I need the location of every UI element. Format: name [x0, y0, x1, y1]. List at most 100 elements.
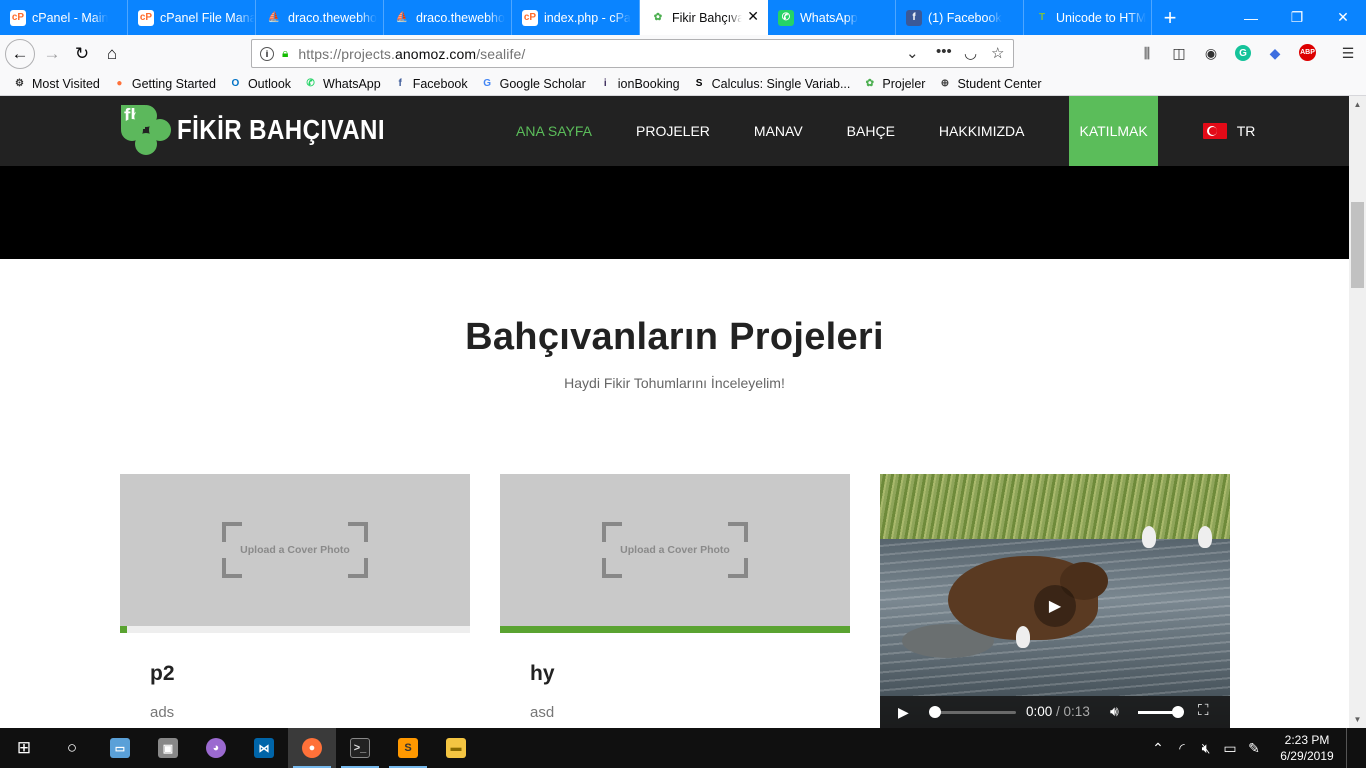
t-icon: T: [1038, 12, 1046, 23]
url-bar[interactable]: i 🔒︎ https://projects.anomoz.com/sealife…: [251, 39, 1014, 68]
pen-icon[interactable]: ✎: [1242, 740, 1266, 757]
bookmark-item[interactable]: f Facebook: [393, 76, 468, 91]
volume-icon[interactable]: 🔊︎: [1110, 703, 1119, 720]
scroll-down-icon[interactable]: ▼: [1349, 711, 1366, 728]
windows-start-icon[interactable]: ⊞: [0, 728, 48, 768]
home-button[interactable]: ⌂: [97, 39, 127, 69]
tab-9[interactable]: T Unicode to HTM: [1024, 0, 1152, 35]
cover-photo-placeholder[interactable]: Upload a Cover Photo: [500, 474, 850, 626]
cover-photo-placeholder[interactable]: Upload a Cover Photo: [120, 474, 470, 626]
bookmark-item[interactable]: ● Getting Started: [112, 76, 216, 91]
restore-button[interactable]: ❐: [1274, 0, 1320, 35]
menu-item[interactable]: ANA SAYFA: [494, 96, 614, 166]
video-controls: ▶ 0:00 / 0:13 🔊︎ ⛶: [880, 696, 1230, 728]
web-page: fb FİKİR BAHÇIVANI ANA SAYFA PROJELER MANA…: [0, 96, 1349, 728]
bookmark-item[interactable]: i ionBooking: [598, 76, 680, 91]
show-desktop-button[interactable]: [1346, 728, 1366, 768]
library-icon[interactable]: ⫼: [1136, 43, 1158, 63]
site-logo[interactable]: fb FİKİR BAHÇIVANI: [121, 105, 419, 155]
close-tab-icon[interactable]: ✕: [747, 8, 759, 25]
seek-handle[interactable]: [929, 706, 941, 718]
video-frame-gull: [1142, 526, 1156, 548]
menu-item[interactable]: BAHÇE: [825, 96, 917, 166]
menu-item[interactable]: HAKKIMIZDA: [917, 96, 1047, 166]
file-explorer-icon[interactable]: ▬: [432, 728, 480, 768]
terminal-icon[interactable]: >_: [336, 728, 384, 768]
adblock-icon[interactable]: ABP: [1299, 44, 1316, 61]
pocket-icon[interactable]: ◡: [964, 44, 977, 62]
bookmark-item[interactable]: S Calculus: Single Variab...: [692, 76, 851, 91]
wifi-icon[interactable]: ◜: [1170, 740, 1194, 757]
play-overlay-icon[interactable]: ▶: [1034, 585, 1076, 627]
lock-icon[interactable]: 🔒︎: [282, 46, 288, 61]
page-actions-icon[interactable]: •••: [936, 43, 952, 60]
new-tab-button[interactable]: +: [1152, 0, 1188, 35]
bookmark-star-icon[interactable]: ☆: [991, 44, 1004, 62]
card-title[interactable]: hy: [530, 662, 555, 686]
grammarly-icon[interactable]: G: [1235, 45, 1251, 61]
progress-bar: [500, 626, 850, 633]
sidebar-icon[interactable]: ◫: [1168, 43, 1190, 63]
chevron-down-icon[interactable]: ⌄: [906, 44, 919, 62]
bookmark-item[interactable]: G Google Scholar: [480, 76, 586, 91]
vscode-icon[interactable]: ⋈: [240, 728, 288, 768]
extension-icon[interactable]: ◆: [1264, 43, 1286, 63]
account-icon[interactable]: ◉: [1200, 43, 1222, 63]
menu-item[interactable]: MANAV: [732, 96, 825, 166]
menu-item[interactable]: PROJELER: [614, 96, 732, 166]
card-title[interactable]: p2: [150, 662, 175, 686]
this-pc-icon[interactable]: ▭: [96, 728, 144, 768]
github-icon[interactable]: ◕: [192, 728, 240, 768]
page-scrollbar[interactable]: ▲ ▼: [1349, 96, 1366, 728]
speaker-muted-icon[interactable]: 🔇︎: [1194, 740, 1218, 757]
bookmark-item[interactable]: ✿ Projeler: [862, 76, 926, 91]
bookmark-label: Projeler: [882, 76, 926, 91]
video-player[interactable]: ▶ ▶ 0:00 / 0:13 🔊︎ ⛶: [880, 474, 1230, 728]
tab-label: cPanel - Main: [32, 10, 109, 25]
navigation-toolbar: ← → ↻ ⌂ i 🔒︎ https://projects.anomoz.com…: [0, 35, 1366, 72]
tab-3[interactable]: ⛵ draco.thewebho: [256, 0, 384, 35]
fullscreen-icon[interactable]: ⛶: [1198, 702, 1209, 719]
tab-7[interactable]: ✆ WhatsApp: [768, 0, 896, 35]
info-icon[interactable]: i: [260, 46, 274, 61]
join-button[interactable]: KATILMAK: [1069, 96, 1158, 166]
cpanel-icon: cP: [522, 9, 538, 26]
menu-icon[interactable]: ☰: [1337, 43, 1359, 63]
bookmark-item[interactable]: ⚙ Most Visited: [12, 76, 100, 91]
seek-bar[interactable]: [930, 711, 1016, 714]
close-window-button[interactable]: ✕: [1320, 0, 1366, 35]
url-text[interactable]: https://projects.anomoz.com/sealife/: [298, 46, 525, 62]
tab-4[interactable]: ⛵ draco.thewebho: [384, 0, 512, 35]
language-selector[interactable]: TR: [1158, 96, 1278, 166]
whatsapp-icon: ✆: [306, 78, 315, 89]
scroll-up-icon[interactable]: ▲: [1349, 96, 1366, 113]
tab-6[interactable]: ✿ Fikir Bahçıvan ✕: [640, 0, 768, 35]
clock[interactable]: 2:23 PM 6/29/2019: [1272, 732, 1342, 764]
tab-2[interactable]: cP cPanel File Mana: [128, 0, 256, 35]
bookmark-item[interactable]: ✆ WhatsApp: [303, 76, 380, 91]
play-icon[interactable]: ▶: [898, 704, 910, 721]
progress-fill: [120, 626, 127, 633]
project-card[interactable]: Upload a Cover Photo hy asd: [500, 474, 850, 721]
reload-button[interactable]: ↻: [67, 39, 97, 69]
battery-icon[interactable]: ▭: [1218, 740, 1242, 757]
project-card[interactable]: Upload a Cover Photo p2 ads: [120, 474, 470, 721]
sublime-icon[interactable]: S: [384, 728, 432, 768]
bookmark-item[interactable]: O Outlook: [228, 76, 291, 91]
chevron-up-icon[interactable]: ⌃: [1146, 740, 1170, 757]
minimize-button[interactable]: —: [1228, 0, 1274, 35]
firefox-icon[interactable]: ●: [288, 728, 336, 768]
back-button[interactable]: ←: [5, 38, 35, 69]
system-tray: ⌃ ◜ 🔇︎ ▭ ✎ 2:23 PM 6/29/2019: [1146, 728, 1366, 768]
tab-label: draco.thewebho: [288, 10, 377, 25]
tab-5[interactable]: cP index.php - cPa: [512, 0, 640, 35]
tab-8[interactable]: f (1) Facebook: [896, 0, 1024, 35]
photos-icon[interactable]: ▣: [144, 728, 192, 768]
scroll-thumb[interactable]: [1351, 202, 1364, 288]
tab-1[interactable]: cP cPanel - Main: [0, 0, 128, 35]
cortana-icon[interactable]: ○: [48, 728, 96, 768]
volume-handle[interactable]: [1172, 706, 1184, 718]
bookmark-item[interactable]: ⊕ Student Center: [937, 76, 1042, 91]
forward-button[interactable]: →: [37, 39, 67, 69]
hero-banner: [0, 166, 1349, 259]
